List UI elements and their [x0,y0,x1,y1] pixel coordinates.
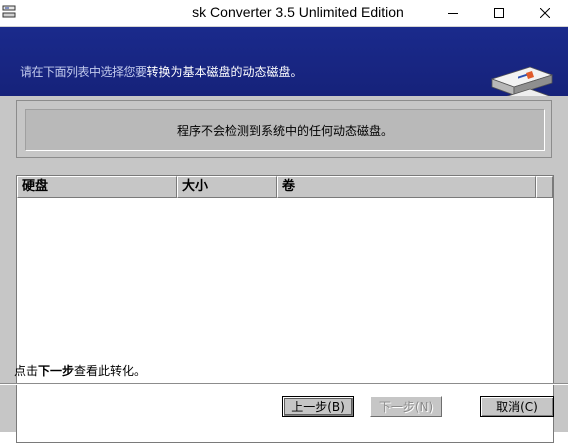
content-panel: 程序不会检测到系统中的任何动态磁盘。 硬盘 大小 卷 点击下一步查看此转化。 上… [0,96,568,443]
hint-text: 点击下一步查看此转化。 [14,362,146,379]
banner-ghost-text: 请在下面列表中选择您要 [20,65,147,79]
maximize-icon [494,8,504,18]
hint-bold: 下一步 [38,364,75,378]
close-icon [540,8,550,18]
next-button[interactable]: 下一步(N) [370,396,442,417]
minimize-button[interactable] [430,0,476,26]
cancel-button[interactable]: 取消(C) [480,396,554,417]
hint-prefix: 点击 [14,364,39,378]
banner-description: 请在下面列表中选择您要转换为基本磁盘的动态磁盘。 [20,63,303,80]
minimize-icon [448,13,458,14]
hint-suffix: 查看此转化。 [74,364,147,378]
header-banner: 请在下面列表中选择您要转换为基本磁盘的动态磁盘。 [0,27,568,118]
info-frame: 程序不会检测到系统中的任何动态磁盘。 [16,100,552,158]
info-message: 程序不会检测到系统中的任何动态磁盘。 [25,109,545,151]
column-header-size[interactable]: 大小 [177,176,277,198]
column-header-volume[interactable]: 卷 [277,176,536,198]
close-button[interactable] [522,0,568,26]
maximize-button[interactable] [476,0,522,26]
back-button[interactable]: 上一步(B) [282,396,354,417]
disk-list-header: 硬盘 大小 卷 [17,176,553,198]
column-header-disk[interactable]: 硬盘 [17,176,177,198]
banner-text: 转换为基本磁盘的动态磁盘。 [146,65,303,79]
footer-separator [0,383,568,385]
column-header-filler [536,176,553,198]
title-bar: sk Converter 3.5 Unlimited Edition [0,0,568,27]
